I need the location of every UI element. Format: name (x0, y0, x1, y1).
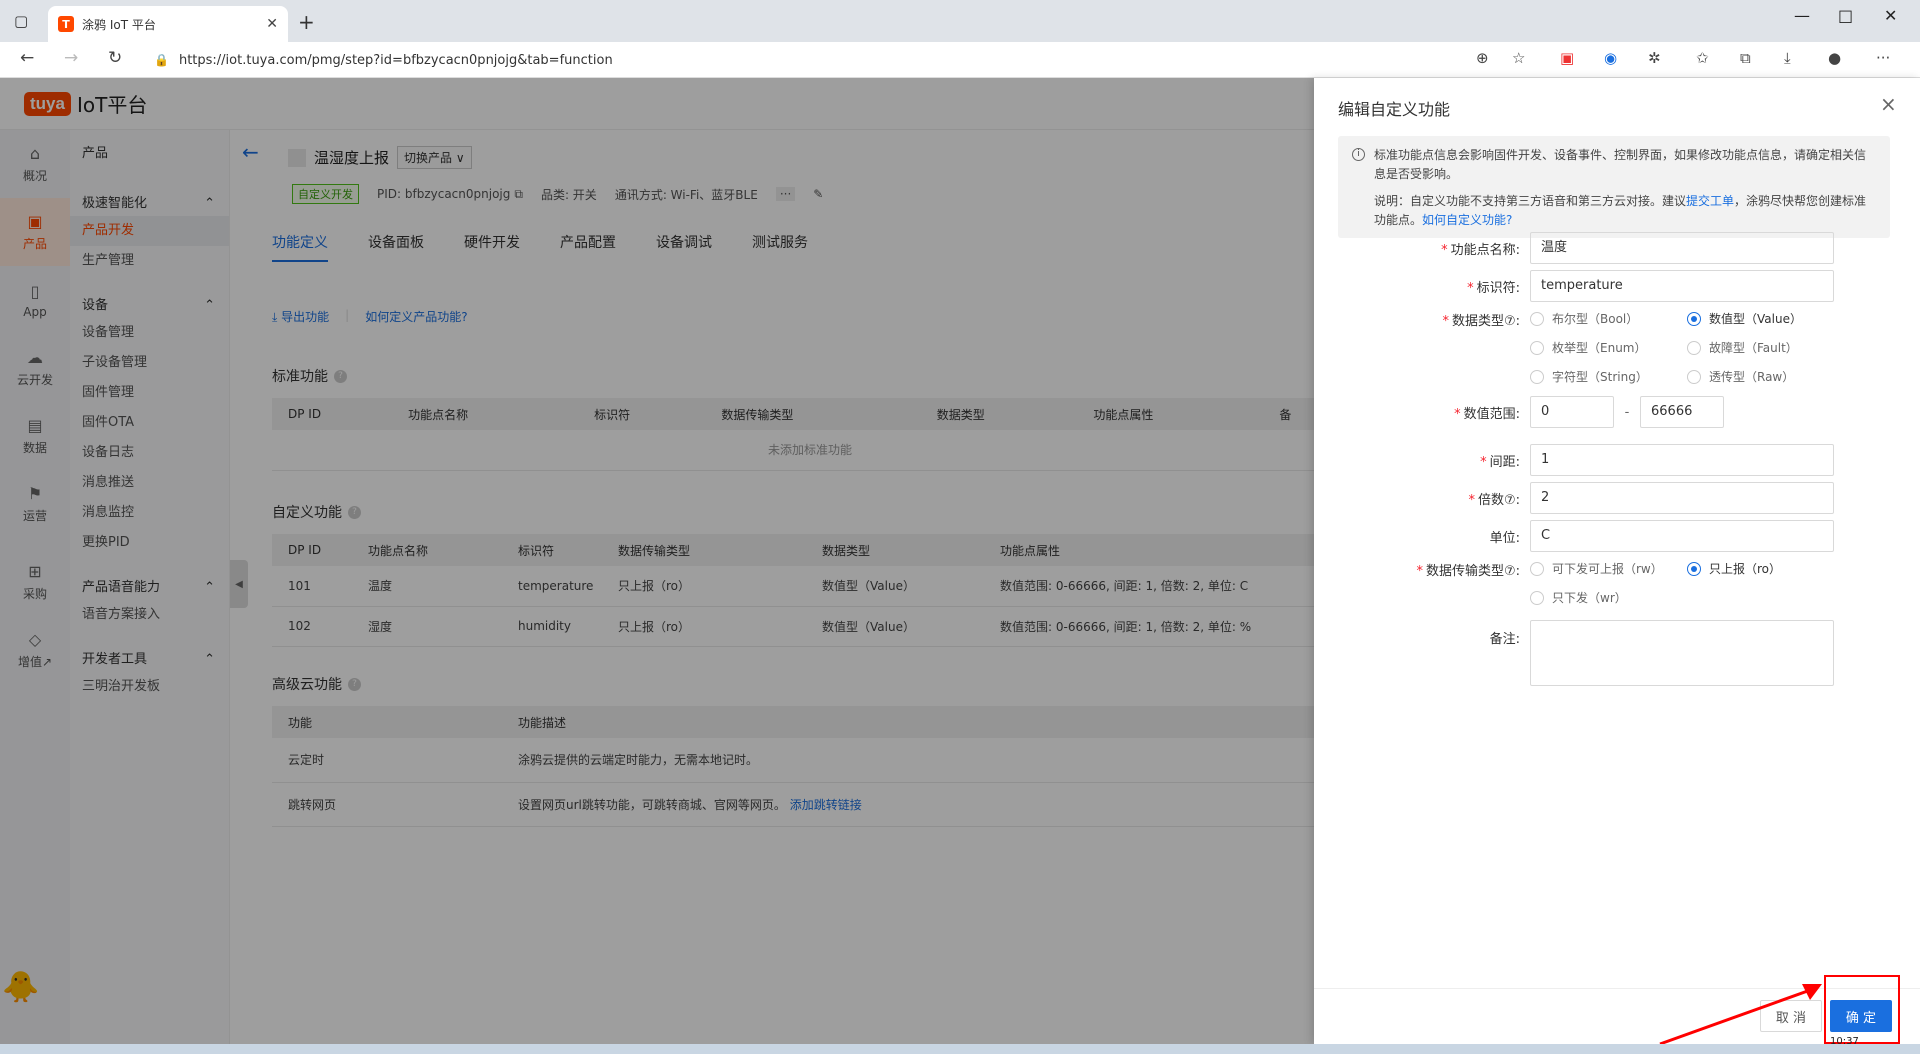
how-custom-link[interactable]: 如何自定义功能? (1422, 213, 1512, 227)
extension-red-icon[interactable]: ▣ (1560, 49, 1574, 67)
new-tab-button[interactable]: + (298, 10, 315, 34)
extension-blue-icon[interactable]: ◉ (1604, 49, 1617, 67)
more-icon[interactable]: ··· (1876, 49, 1890, 67)
close-icon[interactable]: × (1880, 92, 1897, 116)
drawer-title: 编辑自定义功能 (1338, 100, 1451, 119)
radio-fault[interactable]: 故障型（Fault） (1687, 339, 1844, 356)
field-label: * 数据类型⑦: (1442, 314, 1520, 329)
radio-wr[interactable]: 只下发（wr） (1530, 589, 1687, 606)
favorites-icon[interactable]: ✩ (1696, 49, 1709, 67)
radio-value[interactable]: 数值型（Value） (1687, 310, 1844, 327)
radio-bool[interactable]: 布尔型（Bool） (1530, 310, 1687, 327)
field-label: * 数值范围: (1454, 406, 1520, 422)
radio-string[interactable]: 字符型（String） (1530, 368, 1687, 385)
range-separator: - (1624, 404, 1630, 420)
transfer-type-radio-group: 可下发可上报（rw） 只上报（ro） 只下发（wr） (1530, 560, 1850, 606)
clock: 10:37 (1830, 1036, 1859, 1047)
back-icon[interactable]: ← (20, 48, 34, 68)
range-min-input[interactable]: 0 (1530, 396, 1614, 428)
highlight-box (1824, 975, 1900, 1044)
submit-ticket-link[interactable]: 提交工单 (1686, 194, 1734, 208)
scale-input[interactable]: 2 (1530, 482, 1834, 514)
radio-enum[interactable]: 枚举型（Enum） (1530, 339, 1687, 356)
tuya-favicon-icon: T (58, 16, 74, 32)
radio-rw[interactable]: 可下发可上报（rw） (1530, 560, 1687, 577)
close-window-icon[interactable]: ✕ (1884, 6, 1897, 25)
lock-icon: 🔒 (154, 53, 169, 67)
url-text: https://iot.tuya.com/pmg/step?id=bfbzyca… (178, 52, 613, 68)
range-max-input[interactable]: 66666 (1640, 396, 1724, 428)
data-type-radio-group: 布尔型（Bool） 数值型（Value） 枚举型（Enum） 故障型（Fault… (1530, 310, 1850, 385)
tab-actions-icon[interactable]: ▢ (14, 12, 28, 30)
notice-text-1: 标准功能点信息会影响固件开发、设备事件、控制界面，如果修改功能点信息，请确定相关… (1374, 148, 1867, 181)
maximize-icon[interactable]: □ (1838, 6, 1853, 25)
radio-ro[interactable]: 只上报（ro） (1687, 560, 1844, 577)
modal-mask[interactable] (0, 78, 1314, 1044)
step-input[interactable]: 1 (1530, 444, 1834, 476)
refresh-icon[interactable]: ↻ (108, 48, 122, 68)
field-label: * 功能点名称: (1441, 242, 1520, 258)
field-label: 单位: (1489, 530, 1520, 546)
notice-text: 说明：自定义功能不支持第三方语音和第三方云对接。建议 (1374, 194, 1687, 208)
browser-tab[interactable]: T 涂鸦 IoT 平台 ✕ (48, 6, 288, 42)
zoom-icon[interactable]: ⊕ (1476, 49, 1489, 67)
download-icon[interactable]: ⤓ (1784, 49, 1791, 67)
browser-tabbar: ▢ (0, 0, 1920, 42)
field-label: * 间距: (1480, 454, 1520, 470)
field-label: * 标识符: (1467, 280, 1520, 296)
unit-input[interactable]: C (1530, 520, 1834, 552)
identifier-input[interactable]: temperature (1530, 270, 1834, 302)
field-label: * 数据传输类型⑦: (1416, 564, 1520, 579)
forward-icon[interactable]: → (64, 48, 78, 68)
minimize-icon[interactable]: — (1794, 6, 1810, 25)
extensions-icon[interactable]: ✲ (1648, 49, 1661, 67)
avatar[interactable]: ● (1828, 49, 1841, 67)
radio-raw[interactable]: 透传型（Raw） (1687, 368, 1844, 385)
field-label: 备注: (1489, 632, 1520, 647)
close-tab-icon[interactable]: ✕ (266, 16, 278, 32)
edit-function-drawer: 编辑自定义功能 × i 标准功能点信息会影响固件开发、设备事件、控制界面，如果修… (1314, 78, 1920, 1044)
remark-textarea[interactable] (1530, 620, 1834, 686)
favorite-star-icon[interactable]: ☆ (1512, 49, 1525, 67)
notice-box: i 标准功能点信息会影响固件开发、设备事件、控制界面，如果修改功能点信息，请确定… (1338, 136, 1890, 238)
notice-text-2: 说明：自定义功能不支持第三方语音和第三方云对接。建议提交工单，涂鸦尽快帮您创建标… (1374, 192, 1872, 230)
info-icon: i (1352, 148, 1365, 161)
red-arrow-annotation (1659, 984, 1822, 1046)
url-bar[interactable]: 🔒 https://iot.tuya.com/pmg/step?id=bfbzy… (140, 46, 1520, 74)
function-name-input[interactable]: 温度 (1530, 232, 1834, 264)
field-label: * 倍数⑦: (1468, 492, 1520, 508)
os-taskbar: 10:37 (0, 1036, 1920, 1054)
collections-icon[interactable]: ⧉ (1740, 49, 1751, 67)
tab-title: 涂鸦 IoT 平台 (82, 17, 156, 32)
